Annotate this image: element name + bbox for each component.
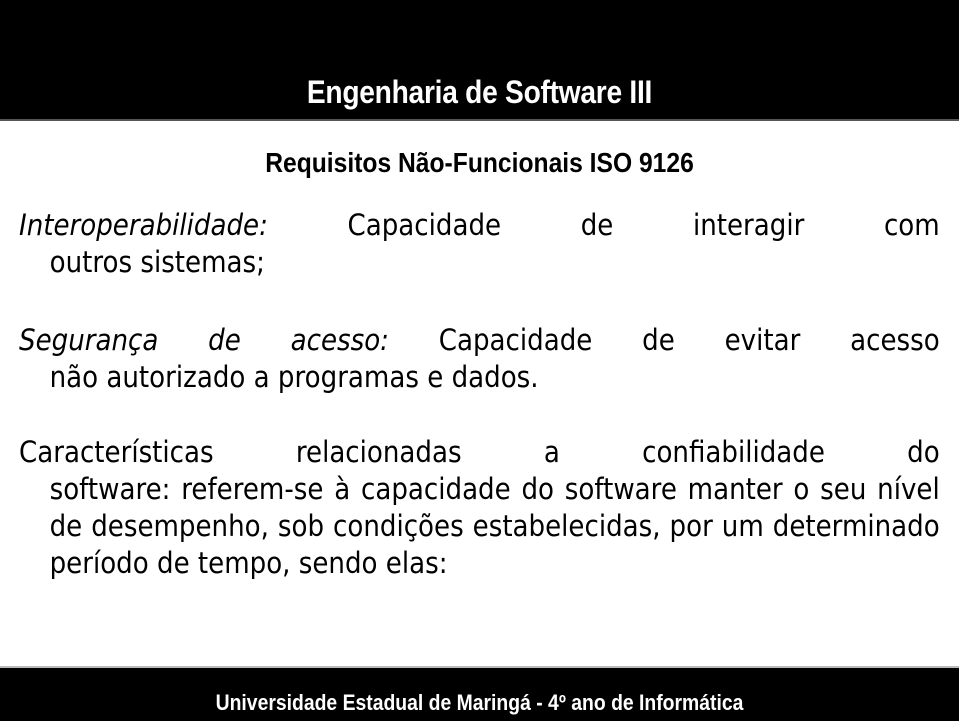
paragraph-interoperabilidade: Interoperabilidade: Capacidade de intera… [19,207,940,281]
paragraph-continuation: outros sistemas; [49,245,265,279]
course-title: Engenharia de Software III [306,74,653,110]
slide-header: Engenharia de Software III [0,0,959,121]
slide-footer: Universidade Estadual de Maringá - 4º an… [0,666,959,721]
paragraph-first-line: Interoperabilidade: Capacidade de intera… [19,207,940,244]
paragraph-confiabilidade: Características relacionadas a confiabil… [19,434,940,582]
slide-subtitle: Requisitos Não-Funcionais ISO 9126 [265,147,694,178]
definition-text: Capacidade de evitar acesso [388,323,940,357]
definition-text: Capacidade de interagir com [267,208,940,242]
paragraph-continuation: não autorizado a programas e dados. [49,360,539,394]
paragraph-seguranca-de-acesso: Segurança de acesso: Capacidade de evita… [19,322,940,396]
paragraph-first-line: Segurança de acesso: Capacidade de evita… [19,322,940,359]
paragraph-continuation: software: referem-se à capacidade do sof… [49,472,940,580]
paragraph-first-line: Características relacionadas a confiabil… [19,435,940,469]
institution-label: Universidade Estadual de Maringá - 4º an… [215,690,744,715]
term-label: Segurança de acesso: [19,323,389,357]
term-label: Interoperabilidade: [19,208,268,242]
